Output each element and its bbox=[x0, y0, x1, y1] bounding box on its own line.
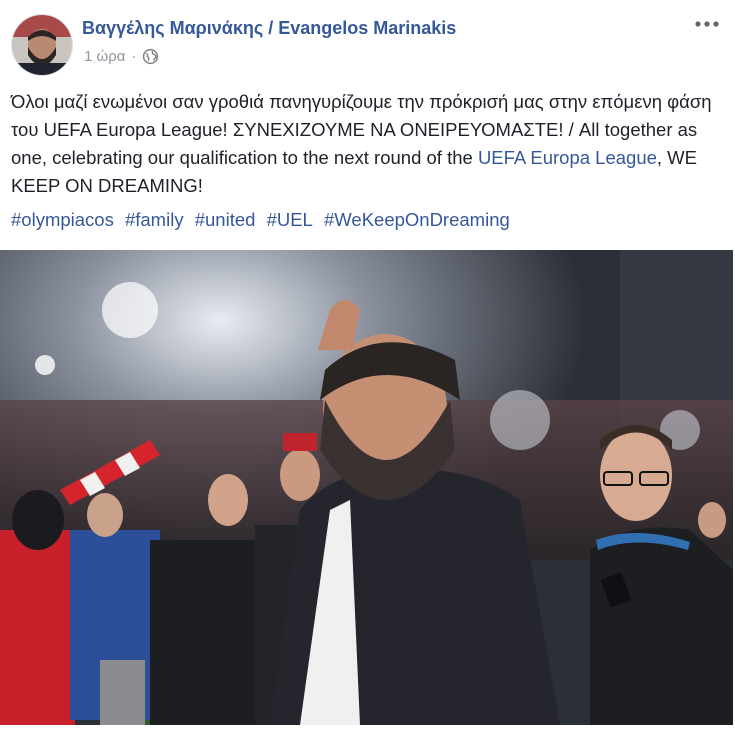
post-meta: 1 ώρα · bbox=[84, 48, 159, 65]
post-bottom-spacer bbox=[0, 725, 735, 731]
post-timestamp[interactable]: 1 ώρα bbox=[84, 48, 125, 65]
post-photo[interactable] bbox=[0, 250, 733, 725]
globe-icon[interactable] bbox=[142, 48, 159, 65]
facebook-post: Βαγγέλης Μαρινάκης / Evangelos Marinakis… bbox=[0, 0, 735, 731]
hashtag-link[interactable]: #family bbox=[125, 209, 184, 230]
author-name[interactable]: Βαγγέλης Μαρινάκης / Evangelos Marinakis bbox=[82, 18, 456, 39]
author-avatar[interactable] bbox=[11, 14, 73, 76]
hashtag-link[interactable]: #olympiacos bbox=[11, 209, 114, 230]
more-options-icon[interactable] bbox=[693, 12, 721, 36]
stadium-celebration-photo bbox=[0, 250, 733, 725]
hashtag-link[interactable]: #WeKeepOnDreaming bbox=[324, 209, 510, 230]
post-text: Όλοι μαζί ενωμένοι σαν γροθιά πανηγυρίζο… bbox=[11, 88, 726, 200]
uefa-link[interactable]: UEFA Europa League bbox=[478, 147, 657, 168]
hashtag-link[interactable]: #UEL bbox=[267, 209, 313, 230]
avatar-image bbox=[12, 15, 72, 75]
hashtag-link[interactable]: #united bbox=[195, 209, 256, 230]
hashtag-list: #olympiacos #family #united #UEL #WeKeep… bbox=[11, 206, 726, 234]
post-header: Βαγγέλης Μαρινάκης / Evangelos Marinakis… bbox=[0, 0, 735, 80]
meta-separator: · bbox=[131, 48, 137, 65]
